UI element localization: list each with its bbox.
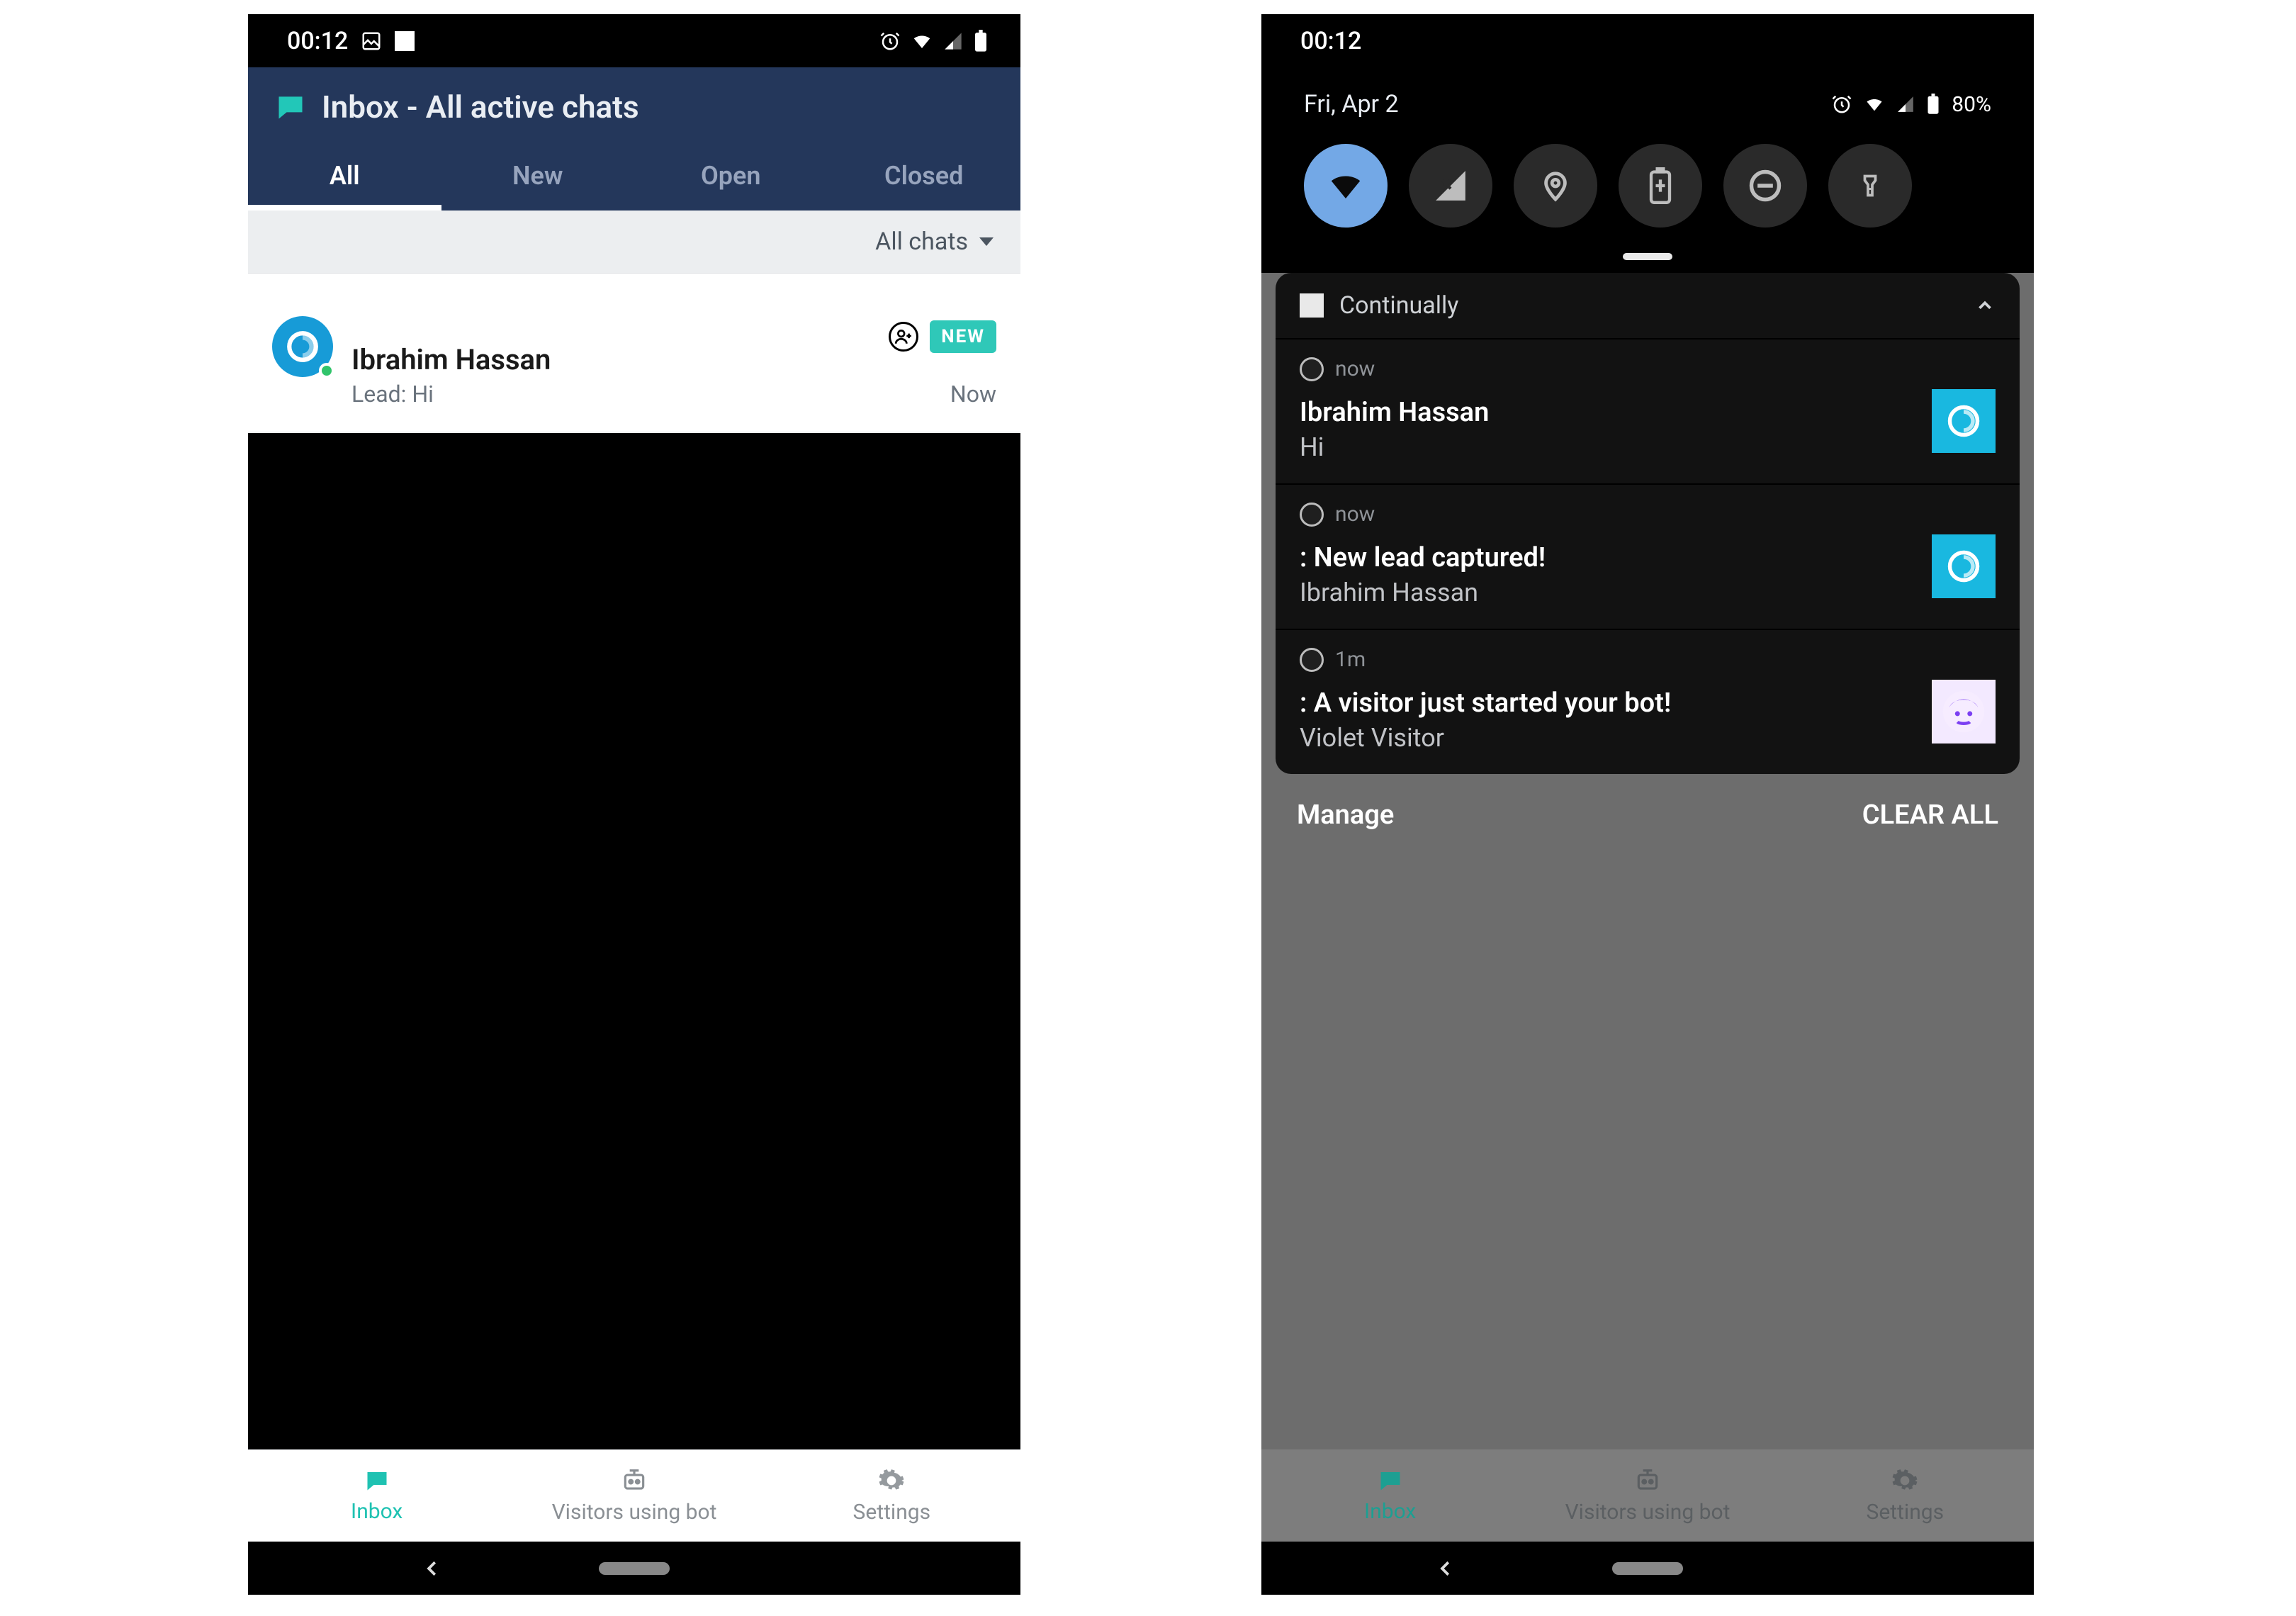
presence-online-icon xyxy=(319,363,334,378)
clear-all-button[interactable]: CLEAR ALL xyxy=(1862,799,1998,831)
tabs: All New Open Closed xyxy=(248,142,1020,211)
nav-visitors[interactable]: Visitors using bot xyxy=(1519,1449,1776,1542)
tab-label: Open xyxy=(701,161,761,191)
back-icon[interactable] xyxy=(1435,1558,1456,1579)
nav-label: Visitors using bot xyxy=(552,1500,717,1525)
chat-list-item[interactable]: NEW Ibrahim Hassan Lead: Hi Now xyxy=(248,274,1020,433)
alarm-icon xyxy=(1831,94,1852,115)
android-nav-bar xyxy=(248,1542,1020,1595)
notif-app-icon xyxy=(1300,503,1324,527)
qs-flashlight[interactable] xyxy=(1828,144,1912,228)
chat-time: Now xyxy=(950,381,996,408)
status-bar: 00:12 xyxy=(248,14,1020,67)
tab-new[interactable]: New xyxy=(441,142,635,211)
avatar xyxy=(272,316,333,377)
notif-subtitle: Hi xyxy=(1300,432,1996,462)
group-app-name: Continually xyxy=(1339,291,1458,320)
nav-label: Inbox xyxy=(1364,1499,1416,1524)
image-icon xyxy=(361,30,382,52)
phone-notification-shade: 00:12 Fri, Apr 2 80% xyxy=(1261,14,2034,1595)
notif-thumbnail xyxy=(1932,680,1996,744)
tab-label: New xyxy=(512,161,563,191)
notification-item[interactable]: now : New lead captured! Ibrahim Hassan xyxy=(1276,485,2020,630)
notif-subtitle: Ibrahim Hassan xyxy=(1300,578,1996,607)
notification-item[interactable]: 1m : A visitor just started your bot! Vi… xyxy=(1276,630,2020,774)
notif-subtitle: Violet Visitor xyxy=(1300,723,1996,753)
notif-thumbnail xyxy=(1932,534,1996,598)
notif-title: : A visitor just started your bot! xyxy=(1300,688,1996,719)
group-header[interactable]: Continually xyxy=(1276,273,2020,340)
add-person-icon[interactable] xyxy=(889,322,918,352)
home-pill[interactable] xyxy=(1612,1562,1683,1575)
filter-label: All chats xyxy=(875,228,968,256)
signal-icon xyxy=(943,31,963,51)
status-time: 00:12 xyxy=(287,27,348,55)
quick-settings xyxy=(1304,144,1991,253)
filter-dropdown[interactable]: All chats xyxy=(248,211,1020,274)
page-title: Inbox - All active chats xyxy=(322,89,639,125)
tab-label: All xyxy=(330,161,360,191)
notif-title: Ibrahim Hassan xyxy=(1300,397,1996,428)
signal-icon xyxy=(1896,95,1915,113)
qs-wifi[interactable] xyxy=(1304,144,1388,228)
shade-date: Fri, Apr 2 xyxy=(1304,90,1399,118)
nav-label: Visitors using bot xyxy=(1565,1500,1731,1525)
battery-icon xyxy=(973,30,989,52)
chat-list: NEW Ibrahim Hassan Lead: Hi Now xyxy=(248,274,1020,433)
android-nav-bar xyxy=(1261,1542,2034,1595)
notif-title: : New lead captured! xyxy=(1300,542,1996,573)
qs-dnd[interactable] xyxy=(1723,144,1807,228)
shade-actions: Manage CLEAR ALL xyxy=(1276,774,2020,856)
nav-label: Inbox xyxy=(351,1499,403,1524)
chevron-up-icon xyxy=(1974,295,1996,316)
notif-age: now xyxy=(1335,502,1375,527)
tab-label: Closed xyxy=(884,161,963,191)
phone-app-screen: 00:12 Inbox - All acti xyxy=(248,14,1020,1595)
status-bar: 00:12 xyxy=(1261,14,2034,67)
qs-battery-saver[interactable] xyxy=(1619,144,1702,228)
status-time: 00:12 xyxy=(1300,27,1361,55)
wifi-icon xyxy=(1864,94,1885,114)
app-header: Inbox - All active chats All New Open Cl… xyxy=(248,67,1020,211)
nav-visitors[interactable]: Visitors using bot xyxy=(505,1450,762,1542)
chat-icon xyxy=(275,91,306,123)
qs-cellular[interactable] xyxy=(1409,144,1492,228)
notif-thumbnail xyxy=(1932,389,1996,453)
notif-age: 1m xyxy=(1335,647,1366,672)
shade-drag-handle[interactable] xyxy=(1623,253,1672,260)
chat-preview: Lead: Hi xyxy=(351,381,434,408)
app-icon xyxy=(1300,293,1324,318)
bottom-nav: Inbox Visitors using bot Settings xyxy=(1261,1449,2034,1542)
app-indicator-icon xyxy=(395,31,415,51)
notification-group: Continually now Ibrahim Hassan Hi xyxy=(1276,273,2020,774)
notif-app-icon xyxy=(1300,357,1324,381)
home-pill[interactable] xyxy=(599,1562,670,1575)
nav-label: Settings xyxy=(853,1500,931,1525)
new-badge: NEW xyxy=(930,320,996,353)
battery-percent: 80% xyxy=(1952,92,1991,117)
alarm-icon xyxy=(879,30,901,52)
shade-header: Fri, Apr 2 80% xyxy=(1261,67,2034,260)
tab-all[interactable]: All xyxy=(248,142,441,211)
manage-button[interactable]: Manage xyxy=(1297,799,1394,831)
nav-inbox[interactable]: Inbox xyxy=(1261,1449,1519,1542)
shade-body: Continually now Ibrahim Hassan Hi xyxy=(1261,273,2034,1595)
tab-closed[interactable]: Closed xyxy=(828,142,1021,211)
nav-label: Settings xyxy=(1867,1500,1945,1525)
chevron-down-icon xyxy=(979,237,994,246)
nav-inbox[interactable]: Inbox xyxy=(248,1450,505,1542)
qs-location[interactable] xyxy=(1514,144,1597,228)
nav-settings[interactable]: Settings xyxy=(763,1450,1020,1542)
notif-age: now xyxy=(1335,357,1375,381)
tab-open[interactable]: Open xyxy=(634,142,828,211)
back-icon[interactable] xyxy=(422,1558,443,1579)
nav-settings[interactable]: Settings xyxy=(1777,1449,2034,1542)
wifi-icon xyxy=(911,30,933,52)
battery-icon xyxy=(1926,94,1940,115)
notif-app-icon xyxy=(1300,648,1324,672)
bottom-nav: Inbox Visitors using bot Settings xyxy=(248,1449,1020,1542)
notification-item[interactable]: now Ibrahim Hassan Hi xyxy=(1276,340,2020,485)
